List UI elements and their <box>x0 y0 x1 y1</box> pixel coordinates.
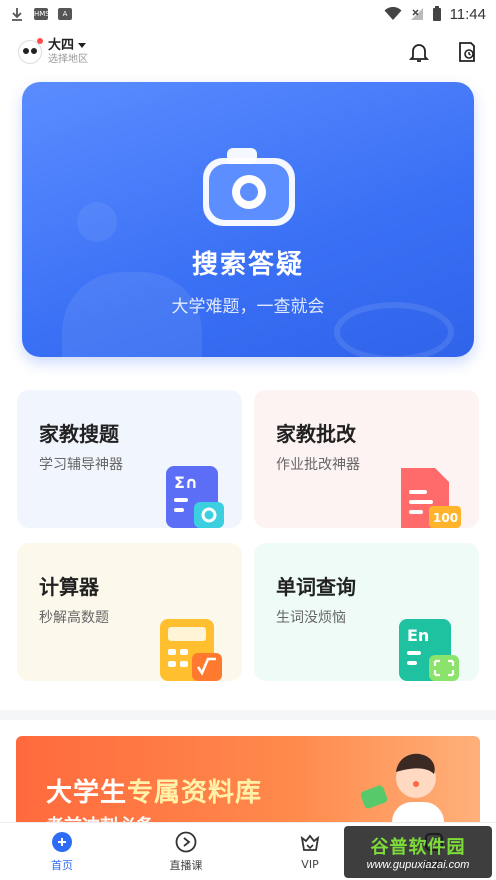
status-time: 11:44 <box>449 5 486 23</box>
card-title: 家教搜题 <box>39 422 119 446</box>
text-notification-icon: A <box>58 8 72 20</box>
formula-book-icon: Σ∩ <box>166 466 224 528</box>
battery-icon <box>432 6 441 21</box>
region-hint: 选择地区 <box>48 54 88 65</box>
graded-paper-icon: 100 <box>401 468 461 528</box>
play-circle-icon <box>175 831 197 852</box>
watermark-url: www.gupuxiazai.com <box>366 859 470 871</box>
hero-title: 搜索答疑 <box>191 250 304 280</box>
nav-label: VIP <box>301 858 319 871</box>
bell-icon <box>409 44 429 62</box>
wifi-icon <box>384 7 402 20</box>
card-tutor-search[interactable]: 家教搜题 学习辅导神器 Σ∩ <box>17 390 242 528</box>
site-watermark: 谷普软件园 www.gupuxiazai.com <box>344 826 492 878</box>
signal-off-icon <box>410 8 423 20</box>
promo-title: 大学生专属资料库 <box>46 772 262 809</box>
card-calculator[interactable]: 计算器 秒解高数题 <box>17 543 242 681</box>
search-answer-banner[interactable]: 搜索答疑 大学难题，一查就会 <box>22 82 474 357</box>
notification-dot <box>37 38 43 44</box>
history-doc-icon <box>459 42 475 62</box>
history-button[interactable] <box>456 41 478 63</box>
svg-text:En: En <box>407 626 429 645</box>
app-screen: HMS A 11:44 大四 选择地区 搜索答疑 大学难题，一查就会 家教搜题 … <box>0 0 496 880</box>
notification-bell-button[interactable] <box>408 41 430 63</box>
card-word-lookup[interactable]: 单词查询 生词没烦恼 En <box>254 543 479 681</box>
card-title: 计算器 <box>39 575 99 599</box>
card-title: 家教批改 <box>276 422 356 446</box>
top-header: 大四 选择地区 <box>0 32 496 72</box>
caret-down-icon <box>78 43 87 48</box>
card-title: 单词查询 <box>276 575 356 599</box>
nav-label: 首页 <box>51 858 73 872</box>
card-tutor-grading[interactable]: 家教批改 作业批改神器 100 <box>254 390 479 528</box>
app-notification-icon: HMS <box>34 8 50 20</box>
nav-label: 直播课 <box>169 858 203 872</box>
card-subtitle: 秒解高数题 <box>39 610 109 626</box>
word-book-icon: En <box>399 619 459 681</box>
card-subtitle: 生词没烦恼 <box>276 610 346 626</box>
card-subtitle: 学习辅导神器 <box>39 457 123 473</box>
svg-text:Σ∩: Σ∩ <box>174 473 198 492</box>
grade-label: 大四 <box>48 38 75 53</box>
section-divider <box>0 710 496 720</box>
status-bar: HMS A 11:44 <box>0 0 496 28</box>
grade-selector[interactable]: 大四 选择地区 <box>48 38 88 66</box>
hero-decoration-circle <box>77 202 117 242</box>
calculator-icon <box>160 619 222 681</box>
card-subtitle: 作业批改神器 <box>276 457 360 473</box>
promo-title-highlight: 专属资料库 <box>127 778 263 808</box>
watermark-brand: 谷普软件园 <box>370 837 466 858</box>
download-icon <box>12 8 22 21</box>
nav-live-class[interactable]: 直播课 <box>124 823 248 880</box>
home-icon <box>52 831 72 852</box>
vip-crown-icon <box>300 834 320 851</box>
nav-home[interactable]: 首页 <box>0 823 124 880</box>
hero-subtitle: 大学难题，一查就会 <box>171 297 325 317</box>
promo-title-prefix: 大学生 <box>46 778 128 808</box>
camera-icon <box>203 148 295 226</box>
grade-badge: 100 <box>433 511 458 525</box>
